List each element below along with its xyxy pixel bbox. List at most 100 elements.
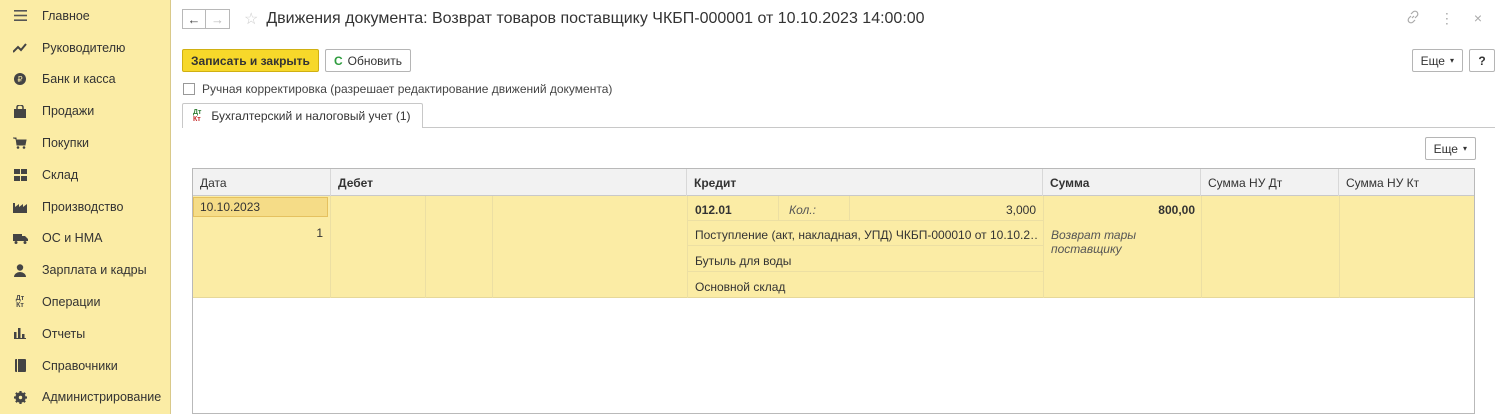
sidebar-item-operations[interactable]: Дт Кт Операции	[0, 286, 170, 318]
sidebar-item-purchases[interactable]: Покупки	[0, 127, 170, 159]
column-divider	[849, 196, 850, 220]
sidebar-item-label: Покупки	[42, 136, 90, 151]
column-divider	[1043, 196, 1044, 298]
sidebar-item-warehouse[interactable]: Склад	[0, 159, 170, 191]
help-button[interactable]: ?	[1469, 49, 1495, 72]
column-header-debit[interactable]: Дебет	[331, 169, 687, 196]
sidebar-item-main[interactable]: Главное	[0, 0, 170, 32]
column-divider	[778, 196, 779, 220]
entry-amount[interactable]: 800,00	[1051, 203, 1195, 217]
coin-icon: ₽	[12, 71, 28, 87]
sidebar: Главное Руководителю ₽ Банк и касса Прод…	[0, 0, 171, 414]
sidebar-item-assets[interactable]: ОС и НМА	[0, 223, 170, 255]
sidebar-item-label: Отчеты	[42, 326, 86, 341]
manual-edit-label[interactable]: Ручная корректировка (разрешает редактир…	[202, 82, 612, 96]
entry-content[interactable]: Возврат тары поставщику	[1051, 228, 1161, 256]
gear-icon	[12, 389, 28, 405]
close-icon[interactable]: ×	[1474, 10, 1482, 27]
more-vertical-icon[interactable]: ⋮	[1440, 10, 1454, 27]
credit-subconto-1[interactable]: Поступление (акт, накладная, УПД) ЧКБП-0…	[695, 228, 1039, 242]
forward-button[interactable]: →	[206, 9, 230, 29]
manual-edit-checkbox[interactable]	[183, 83, 195, 95]
column-divider	[1339, 196, 1340, 298]
factory-icon	[12, 199, 28, 215]
tab-accounting[interactable]: Дт Кт Бухгалтерский и налоговый учет (1)	[182, 103, 423, 128]
dropdown-arrow-icon: ▾	[1462, 144, 1467, 153]
sidebar-item-bank[interactable]: ₽ Банк и касса	[0, 64, 170, 96]
bag-icon	[12, 103, 28, 119]
more-button[interactable]: Еще ▾	[1411, 49, 1463, 72]
save-and-close-button[interactable]: Записать и закрыть	[182, 49, 319, 72]
sidebar-item-sales[interactable]: Продажи	[0, 95, 170, 127]
sidebar-item-label: Склад	[42, 167, 79, 182]
warehouse-icon	[12, 167, 28, 183]
dt-kt-icon: Дт Кт	[15, 295, 25, 310]
form-right-tools: Еще ▾ ?	[1411, 49, 1495, 72]
column-divider	[1201, 196, 1202, 298]
trend-icon	[12, 40, 28, 56]
cart-icon	[12, 135, 28, 151]
credit-qty-label: Кол.:	[789, 203, 816, 217]
svg-text:₽: ₽	[17, 75, 22, 84]
sidebar-item-reports[interactable]: Отчеты	[0, 318, 170, 350]
sidebar-item-label: Продажи	[42, 104, 95, 119]
sidebar-item-label: Зарплата и кадры	[42, 263, 147, 278]
person-icon	[12, 262, 28, 278]
row-divider	[688, 271, 1043, 272]
sidebar-item-admin[interactable]: Администрирование	[0, 382, 170, 414]
column-divider	[492, 196, 493, 298]
sidebar-item-label: Операции	[42, 295, 101, 310]
date-cell[interactable]: 10.10.2023	[193, 197, 328, 217]
column-divider	[330, 196, 331, 298]
window-controls: ⋮ ×	[1406, 10, 1482, 27]
credit-subconto-3[interactable]: Основной склад	[695, 280, 785, 294]
book-icon	[12, 358, 28, 374]
table-header: Дата Дебет Кредит Сумма Сумма НУ Дт Сумм…	[193, 169, 1474, 196]
sidebar-item-references[interactable]: Справочники	[0, 350, 170, 382]
arrow-right-icon: →	[211, 11, 224, 27]
manual-edit-row: Ручная корректировка (разрешает редактир…	[183, 82, 612, 96]
grid-more-button[interactable]: Еще ▾	[1424, 137, 1476, 160]
favorite-star-icon[interactable]: ☆	[244, 9, 258, 29]
form-toolbar: Записать и закрыть C Обновить	[182, 49, 411, 72]
credit-qty-value[interactable]: 3,000	[853, 203, 1036, 217]
refresh-label: Обновить	[347, 53, 402, 68]
arrow-left-icon: ←	[187, 11, 201, 27]
sidebar-item-label: Банк и касса	[42, 72, 116, 87]
entries-table[interactable]: Дата Дебет Кредит Сумма Сумма НУ Дт Сумм…	[192, 168, 1475, 414]
sidebar-item-label: Администрирование	[42, 390, 162, 405]
entry-date: 10.10.2023	[200, 200, 261, 214]
tab-label: Бухгалтерский и налоговый учет (1)	[211, 109, 411, 123]
sidebar-item-label: Справочники	[42, 358, 118, 373]
sidebar-item-label: Производство	[42, 199, 124, 214]
refresh-icon: C	[333, 53, 343, 68]
row-divider	[688, 220, 1043, 221]
column-header-credit[interactable]: Кредит	[687, 169, 1043, 196]
page-title: Движения документа: Возврат товаров пост…	[266, 10, 925, 27]
column-divider	[425, 196, 426, 298]
bar-chart-icon	[12, 326, 28, 342]
table-row[interactable]: 10.10.2023 1 012.01 Кол.: 3,000 Поступле…	[193, 196, 1474, 298]
sidebar-item-label: ОС и НМА	[42, 231, 103, 246]
sidebar-item-salary[interactable]: Зарплата и кадры	[0, 254, 170, 286]
menu-icon	[12, 8, 28, 24]
dropdown-arrow-icon: ▾	[1449, 56, 1454, 65]
column-header-amount[interactable]: Сумма	[1043, 169, 1201, 196]
main-area: ← → ☆ Движения документа: Возврат товаро…	[172, 0, 1512, 414]
sidebar-item-manager[interactable]: Руководителю	[0, 32, 170, 64]
sidebar-item-production[interactable]: Производство	[0, 191, 170, 223]
refresh-button[interactable]: C Обновить	[324, 49, 411, 72]
sidebar-item-label: Руководителю	[42, 40, 126, 55]
link-icon[interactable]	[1406, 10, 1420, 27]
credit-account[interactable]: 012.01	[695, 203, 732, 217]
grid-tools: Еще ▾	[1424, 137, 1476, 160]
column-header-tax-credit[interactable]: Сумма НУ Кт	[1339, 169, 1476, 196]
column-header-date[interactable]: Дата	[193, 169, 331, 196]
truck-icon	[12, 230, 28, 246]
back-button[interactable]: ←	[182, 9, 206, 29]
column-divider	[687, 196, 688, 298]
column-header-tax-debit[interactable]: Сумма НУ Дт	[1201, 169, 1339, 196]
entry-number: 1	[316, 226, 323, 240]
credit-subconto-2[interactable]: Бутыль для воды	[695, 254, 791, 268]
sidebar-item-label: Главное	[42, 8, 90, 23]
